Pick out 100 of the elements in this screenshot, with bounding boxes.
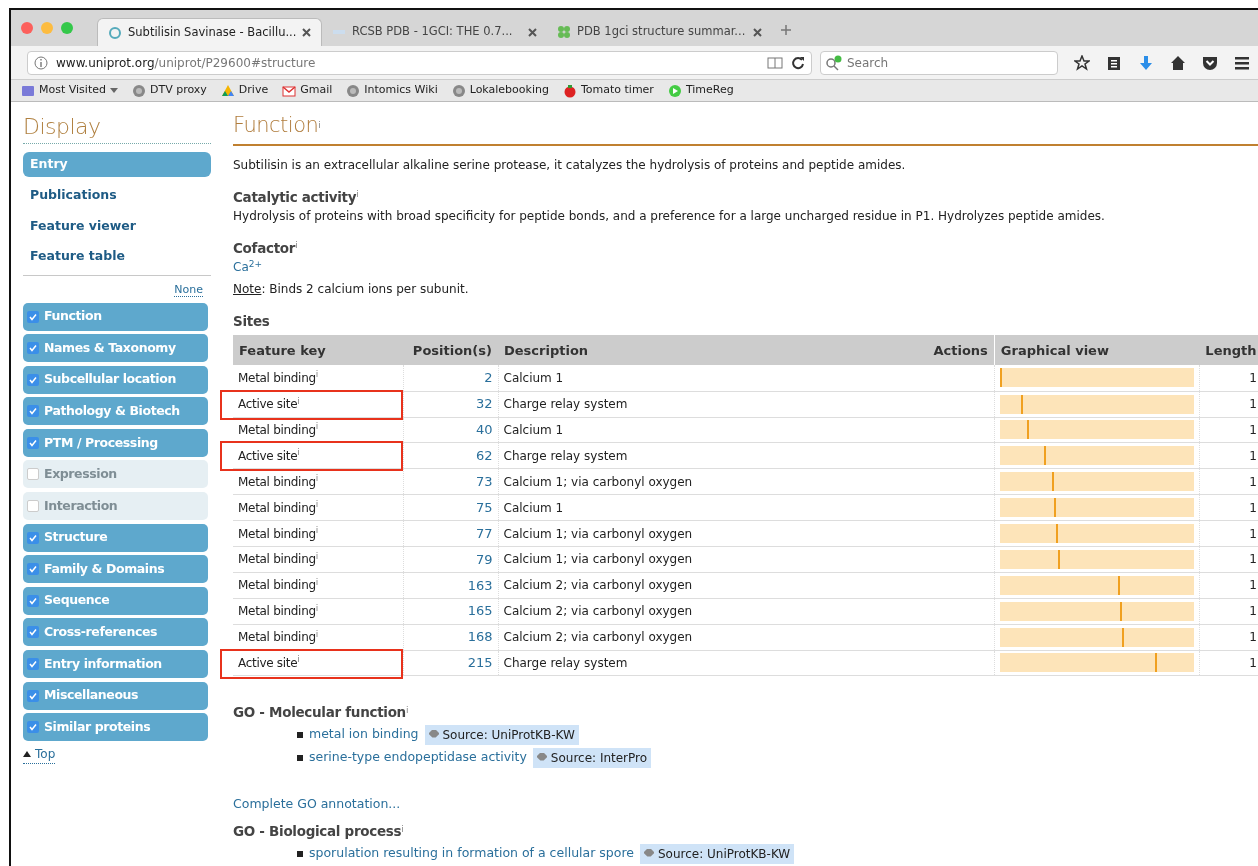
source-tag: Source: InterPro (532, 747, 652, 768)
sidebar-link[interactable]: Feature table (23, 244, 211, 269)
length-value: 1 (1249, 604, 1257, 619)
search-field[interactable]: Search (820, 50, 1058, 75)
checkbox[interactable] (27, 594, 39, 607)
folder-icon (21, 83, 35, 98)
position-link[interactable]: 62 (475, 448, 493, 464)
column-header: Actions (790, 335, 995, 366)
search-icon (825, 54, 843, 71)
feature-key: Active site$^{i}$ (238, 656, 300, 670)
bookmark-item[interactable]: Most Visited (21, 82, 118, 99)
checkbox[interactable] (27, 721, 39, 734)
drive-icon (220, 83, 235, 98)
section-toggle[interactable]: Interaction (23, 492, 208, 521)
complete-go-link[interactable]: Complete GO annotation... (233, 794, 401, 814)
position-link[interactable]: 73 (475, 474, 493, 489)
info-icon (34, 55, 48, 70)
sidebar-link[interactable]: Publications (23, 182, 211, 208)
bookmark-item[interactable]: Lokalebooking (451, 82, 549, 99)
browser-tab[interactable]: PDB 1gci structure summar... (547, 18, 772, 46)
go-term-link[interactable]: serine-type endopeptidase activity (309, 748, 527, 768)
description-text: Calcium 1 (503, 370, 564, 385)
address-bar[interactable]: www.uniprot.org/uniprot/P29600#structure (27, 50, 812, 75)
tab-title: RCSB PDB - 1GCI: THE 0.7... (352, 23, 514, 41)
subsection-heading: Catalytic activity$^{i}$ (233, 187, 360, 207)
column-header: Feature key (233, 335, 403, 366)
checkbox[interactable] (27, 500, 39, 513)
length-value: 1 (1249, 578, 1257, 593)
bookmark-item[interactable]: Gmail (282, 82, 333, 99)
checkbox[interactable] (27, 689, 39, 702)
sidebar-title: Display (23, 110, 211, 144)
description-text: Calcium 2; via carbonyl oxygen (503, 630, 693, 645)
reader-view-icon[interactable] (767, 55, 783, 70)
top-link[interactable]: Top (23, 744, 56, 764)
home-icon[interactable] (1170, 54, 1186, 71)
browser-tab[interactable]: RCSB PDB - 1GCI: THE 0.7... (322, 18, 547, 46)
spinner-icon (108, 25, 122, 40)
clipboard-icon[interactable] (1106, 54, 1122, 71)
url-text: www.uniprot.org/uniprot/P29600#structure (56, 54, 317, 72)
column-header: Description (498, 335, 791, 366)
new-tab-icon[interactable] (780, 23, 792, 36)
section-toggle[interactable]: Expression (23, 460, 208, 489)
clover-icon (557, 25, 571, 39)
reload-icon[interactable] (791, 55, 805, 70)
tag-icon (643, 848, 654, 859)
bookmark-item[interactable]: Drive (220, 82, 269, 99)
window-control-icon[interactable] (21, 22, 33, 34)
length-value: 1 (1249, 422, 1257, 437)
checkbox[interactable] (27, 658, 39, 671)
checkbox[interactable] (27, 626, 39, 639)
position-link[interactable]: 75 (475, 499, 493, 515)
checkbox[interactable] (27, 405, 39, 418)
browser-tab[interactable]: Subtilisin Savinase - Bacillu... (97, 18, 322, 46)
position-link[interactable]: 165 (467, 603, 493, 619)
go-term-link[interactable]: sporulation resulting in formation of a cellular spore (309, 844, 634, 864)
checkbox[interactable] (27, 436, 39, 449)
length-value: 1 (1249, 656, 1257, 670)
bookmark-star-icon[interactable] (1074, 54, 1090, 71)
source-tag: Source: UniProtKB-KW (424, 724, 579, 745)
position-link[interactable]: 40 (475, 422, 493, 438)
go-term-link[interactable]: metal ion binding (309, 725, 419, 745)
checkbox[interactable] (27, 310, 39, 323)
position-link[interactable]: 77 (475, 525, 493, 541)
position-link[interactable]: 32 (475, 396, 493, 412)
close-icon[interactable] (302, 28, 312, 37)
position-link[interactable]: 2 (484, 370, 493, 386)
bullet-icon (297, 850, 303, 857)
tag-icon (536, 752, 547, 763)
checkbox[interactable] (27, 373, 39, 386)
position-link[interactable]: 163 (467, 577, 493, 593)
none-link[interactable]: None (174, 283, 203, 297)
checkbox[interactable] (27, 342, 39, 355)
bookmark-item[interactable]: Intomics Wiki (346, 82, 438, 99)
length-value: 1 (1249, 526, 1257, 541)
description-text: Calcium 1; via carbonyl oxygen (503, 474, 693, 489)
bookmark-item[interactable]: DTV proxy (131, 82, 207, 99)
checkbox[interactable] (27, 531, 39, 544)
bookmark-item[interactable]: TimeReg (667, 82, 734, 99)
position-link[interactable]: 168 (467, 629, 493, 645)
download-icon[interactable] (1138, 54, 1154, 71)
play-icon (667, 83, 682, 98)
position-link[interactable]: 79 (475, 551, 493, 567)
bullet-icon (297, 731, 303, 738)
note-text: Note: Binds 2 calcium ions per subunit. (233, 281, 470, 298)
close-icon[interactable] (528, 27, 537, 37)
cofactor-link[interactable]: Ca$^{2+}$ (233, 258, 262, 276)
bookmark-item[interactable]: Tomato timer (562, 82, 654, 99)
description-text: Charge relay system (503, 656, 628, 670)
tag-icon (428, 729, 439, 740)
position-link[interactable]: 215 (467, 655, 493, 671)
checkbox[interactable] (27, 468, 39, 481)
sidebar-link[interactable]: Feature viewer (23, 213, 211, 239)
menu-icon[interactable] (1234, 54, 1250, 71)
pocket-icon[interactable] (1202, 54, 1218, 71)
caret-up-icon (23, 750, 31, 757)
catalytic-text: Hydrolysis of proteins with broad specificity for peptide bonds, and a preference for a large uncharged residue in P1. Hydrolyzes peptide amides. (233, 207, 1106, 225)
description-text: Charge relay system (503, 448, 628, 463)
checkbox[interactable] (27, 563, 39, 576)
close-icon[interactable] (753, 27, 762, 37)
feature-key: Active site$^{i}$ (238, 448, 300, 463)
